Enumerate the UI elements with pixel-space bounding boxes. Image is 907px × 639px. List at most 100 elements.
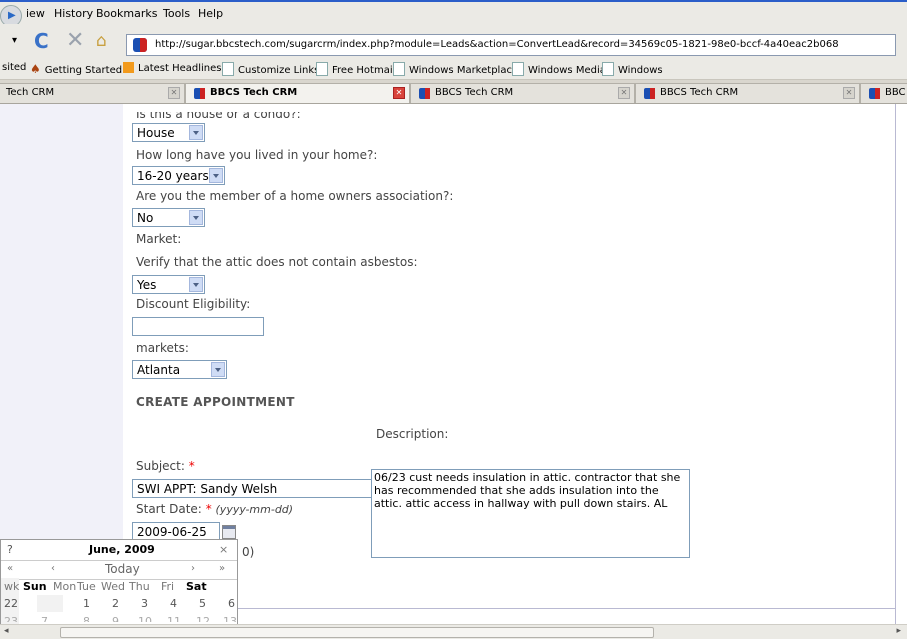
today-button[interactable]: Today xyxy=(105,562,140,576)
how-long-label: How long have you lived in your home?: xyxy=(136,148,378,162)
tab-close-icon[interactable]: ✕ xyxy=(618,87,630,99)
calendar-day[interactable]: 13 xyxy=(223,615,237,622)
tab-1[interactable]: Tech CRM ✕ xyxy=(0,83,185,103)
horizontal-scrollbar[interactable]: ◂ ▸ xyxy=(0,624,907,639)
reload-icon[interactable]: C xyxy=(34,29,49,53)
asbestos-select[interactable]: Yes xyxy=(132,275,205,294)
calendar-help-button[interactable]: ? xyxy=(7,543,13,556)
calendar-day[interactable]: 2 xyxy=(112,597,119,610)
house-condo-label: Is this a house or a condo?: xyxy=(136,107,301,121)
rss-icon xyxy=(123,62,134,73)
calendar-day[interactable]: 12 xyxy=(196,615,210,622)
calendar-day[interactable]: 3 xyxy=(141,597,148,610)
date-picker-popup: ? June, 2009 × « ‹ Today › » wk Sun Mon … xyxy=(0,539,238,624)
tab-label: Tech CRM xyxy=(6,87,55,98)
menu-bookmarks[interactable]: Bookmarks xyxy=(96,7,157,20)
next-month-button[interactable]: › xyxy=(191,563,195,574)
scroll-right-arrow-icon[interactable]: ▸ xyxy=(896,626,901,636)
markets-select[interactable]: Atlanta xyxy=(132,360,227,379)
calendar-month-title: June, 2009 xyxy=(89,543,155,556)
bookmark-windows-media[interactable]: Windows Media xyxy=(512,62,606,76)
bookmark-getting-started[interactable]: ♠ Getting Started xyxy=(30,62,122,76)
calendar-nav: « ‹ Today › » xyxy=(1,560,237,580)
bookmark-windows-marketplace[interactable]: Windows Marketplace xyxy=(393,62,518,76)
weekday-header: Mon xyxy=(53,580,77,593)
page-icon xyxy=(602,62,614,76)
calendar-day[interactable]: 4 xyxy=(170,597,177,610)
market-label: Market: xyxy=(136,232,182,246)
bookmark-free-hotmail[interactable]: Free Hotmail xyxy=(316,62,395,76)
tab-5[interactable]: BBC xyxy=(860,83,907,103)
bookmark-latest-headlines[interactable]: Latest Headlines xyxy=(123,62,222,74)
menu-view[interactable]: iew xyxy=(26,7,45,20)
calendar-day[interactable]: 8 xyxy=(83,615,90,622)
tab-label: BBCS Tech CRM xyxy=(435,87,514,98)
start-date-label: Start Date: * (yyyy-mm-dd) xyxy=(136,502,294,516)
hoa-label: Are you the member of a home owners asso… xyxy=(136,189,454,203)
calendar-day[interactable]: 7 xyxy=(41,615,48,622)
menu-bar: ▶ iew History Bookmarks Tools Help xyxy=(0,0,907,27)
tab-3[interactable]: BBCS Tech CRM ✕ xyxy=(410,83,635,103)
calendar-icon[interactable] xyxy=(222,525,236,539)
chevron-down-icon xyxy=(189,125,203,140)
bookmarks-toolbar: sited ♠ Getting Started Latest Headlines … xyxy=(0,58,907,80)
how-long-select[interactable]: 16-20 years xyxy=(132,166,225,185)
tab-label: BBC xyxy=(885,87,906,98)
bookmark-most-visited[interactable]: sited xyxy=(2,62,26,73)
description-textarea[interactable]: 06/23 cust needs insulation in attic. co… xyxy=(371,469,690,558)
weekday-header: Sat xyxy=(186,580,207,593)
time-format-partial: 0) xyxy=(242,545,255,559)
address-bar[interactable]: http://sugar.bbcstech.com/sugarcrm/index… xyxy=(126,34,896,56)
page-icon xyxy=(316,62,328,76)
calendar-day[interactable]: 9 xyxy=(112,615,119,622)
subject-label: Subject: * xyxy=(136,459,195,473)
scrollbar-thumb[interactable] xyxy=(60,627,654,638)
menu-tools[interactable]: Tools xyxy=(163,7,190,20)
calendar-day[interactable]: 11 xyxy=(167,615,181,622)
weekday-header: Sun xyxy=(23,580,47,593)
home-icon[interactable]: ⌂ xyxy=(96,31,107,51)
bbcs-favicon-icon xyxy=(869,88,880,99)
next-year-button[interactable]: » xyxy=(219,563,225,574)
bookmark-windows[interactable]: Windows xyxy=(602,62,663,76)
url-text[interactable]: http://sugar.bbcstech.com/sugarcrm/index… xyxy=(155,39,839,50)
weekday-header: Tue xyxy=(77,580,96,593)
calendar-day[interactable]: 1 xyxy=(83,597,90,610)
page-icon xyxy=(393,62,405,76)
first-day-cell-highlight xyxy=(37,595,63,612)
history-dropdown-icon[interactable]: ▾ xyxy=(12,35,17,46)
discount-label: Discount Eligibility: xyxy=(136,297,251,311)
description-label: Description: xyxy=(376,427,449,441)
page-icon xyxy=(222,62,234,76)
calendar-header: ? June, 2009 × xyxy=(1,540,237,560)
menu-history[interactable]: History xyxy=(54,7,93,20)
prev-month-button[interactable]: ‹ xyxy=(51,563,55,574)
discount-input[interactable] xyxy=(132,317,264,336)
hoa-select[interactable]: No xyxy=(132,208,205,227)
calendar-day[interactable]: 10 xyxy=(138,615,152,622)
chevron-down-icon xyxy=(189,277,203,292)
chevron-down-icon xyxy=(211,362,225,377)
create-appointment-header: CREATE APPOINTMENT xyxy=(136,395,295,409)
tab-2-active[interactable]: BBCS Tech CRM ✕ xyxy=(185,83,410,103)
weekday-header: Fri xyxy=(161,580,175,593)
menu-help[interactable]: Help xyxy=(198,7,223,20)
calendar-day[interactable]: 6 xyxy=(228,597,235,610)
tab-close-icon[interactable]: ✕ xyxy=(843,87,855,99)
tab-label: BBCS Tech CRM xyxy=(660,87,739,98)
site-favicon-icon xyxy=(133,38,147,52)
prev-year-button[interactable]: « xyxy=(7,563,13,574)
chevron-down-icon xyxy=(209,168,223,183)
calendar-day[interactable]: 5 xyxy=(199,597,206,610)
weekday-header: Thu xyxy=(129,580,150,593)
tab-close-icon[interactable]: ✕ xyxy=(168,87,180,99)
subject-input[interactable]: SWI APPT: Sandy Welsh xyxy=(132,479,372,498)
tab-4[interactable]: BBCS Tech CRM ✕ xyxy=(635,83,860,103)
bookmark-customize-links[interactable]: Customize Links xyxy=(222,62,319,76)
scroll-left-arrow-icon[interactable]: ◂ xyxy=(4,626,9,636)
house-condo-select[interactable]: House xyxy=(132,123,205,142)
tab-close-icon[interactable]: ✕ xyxy=(393,87,405,99)
stop-icon[interactable]: ✕ xyxy=(66,28,84,53)
page-content: Is this a house or a condo?: House How l… xyxy=(0,104,907,624)
calendar-close-icon[interactable]: × xyxy=(219,543,228,556)
